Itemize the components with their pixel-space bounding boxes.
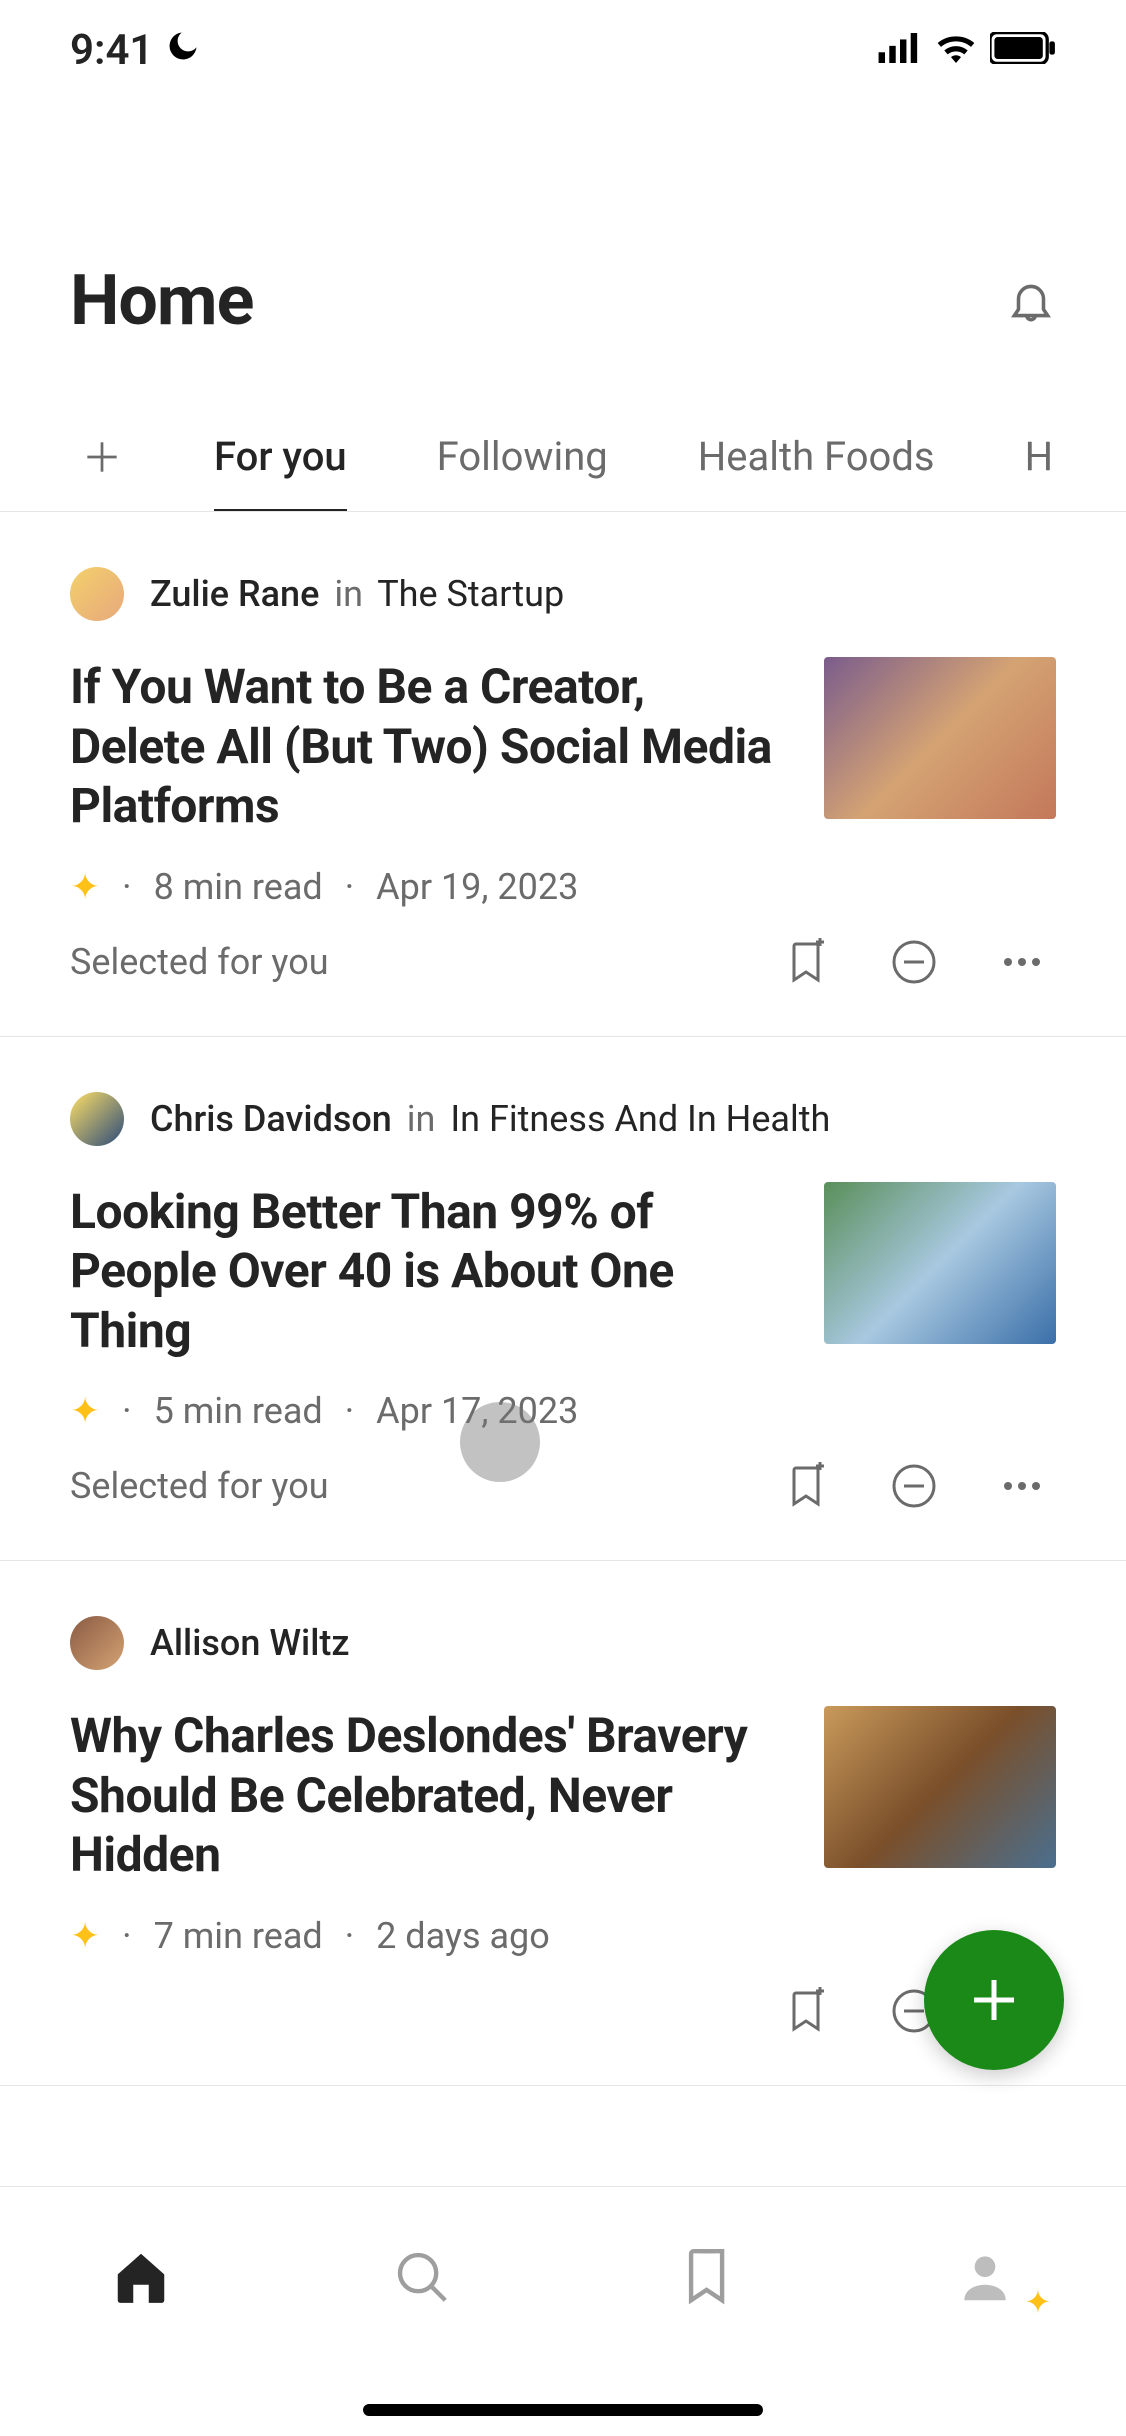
tab-following[interactable]: Following	[437, 402, 608, 511]
article-card[interactable]: Chris Davidson in In Fitness And In Heal…	[0, 1037, 1126, 1562]
byline: Allison Wiltz	[70, 1616, 1056, 1670]
publication-name[interactable]: In Fitness And In Health	[450, 1098, 830, 1140]
page-title: Home	[70, 260, 253, 342]
wifi-icon	[936, 33, 976, 67]
touch-indicator	[460, 1402, 540, 1482]
article-date: 2 days ago	[376, 1915, 550, 1957]
tab-health-foods[interactable]: Health Foods	[698, 402, 935, 511]
more-options-button[interactable]	[998, 938, 1046, 986]
article-meta: ✦ · 5 min read · Apr 17, 2023	[70, 1390, 784, 1432]
author-name[interactable]: Allison Wiltz	[150, 1622, 349, 1664]
header: Home	[0, 100, 1126, 402]
feed: Zulie Rane in The Startup If You Want to…	[0, 512, 1126, 2086]
in-word: in	[407, 1098, 436, 1140]
show-less-button[interactable]	[890, 1462, 938, 1510]
cellular-icon	[878, 33, 922, 67]
bookmark-add-button[interactable]	[782, 1462, 830, 1510]
bookmark-add-button[interactable]	[782, 1987, 830, 2035]
home-indicator	[363, 2404, 763, 2416]
article-date: Apr 19, 2023	[376, 866, 578, 908]
member-star-icon: ✦	[70, 1915, 100, 1957]
byline: Zulie Rane in The Startup	[70, 567, 1056, 621]
tab-for-you[interactable]: For you	[214, 402, 347, 511]
selected-tag: Selected for you	[70, 941, 329, 983]
article-meta: ✦ · 8 min read · Apr 19, 2023	[70, 866, 784, 908]
article-meta: ✦ · 7 min read · 2 days ago	[70, 1915, 784, 1957]
nav-search[interactable]	[362, 2237, 482, 2317]
add-tab-button[interactable]	[80, 432, 124, 482]
bottom-nav: ✦	[0, 2186, 1126, 2436]
article-thumbnail[interactable]	[824, 1182, 1056, 1344]
status-time: 9:41	[70, 26, 153, 75]
nav-profile[interactable]: ✦	[925, 2237, 1045, 2317]
more-options-button[interactable]	[998, 1462, 1046, 1510]
show-less-button[interactable]	[890, 938, 938, 986]
member-star-icon: ✦	[70, 866, 100, 908]
battery-icon	[990, 32, 1056, 68]
tab-overflow[interactable]: H	[1025, 402, 1054, 511]
article-title[interactable]: Why Charles Deslondes' Bravery Should Be…	[70, 1706, 784, 1885]
article-card[interactable]: Zulie Rane in The Startup If You Want to…	[0, 512, 1126, 1037]
article-title[interactable]: Looking Better Than 99% of People Over 4…	[70, 1182, 784, 1361]
nav-bookmarks[interactable]	[644, 2237, 764, 2317]
read-time: 5 min read	[154, 1390, 323, 1432]
article-thumbnail[interactable]	[824, 657, 1056, 819]
notifications-button[interactable]	[1006, 276, 1056, 326]
author-name[interactable]: Zulie Rane	[150, 573, 319, 615]
sparkle-icon: ✦	[1024, 2283, 1051, 2321]
bookmark-add-button[interactable]	[782, 938, 830, 986]
moon-icon	[165, 26, 201, 75]
tabs-bar: For you Following Health Foods H	[0, 402, 1126, 512]
article-thumbnail[interactable]	[824, 1706, 1056, 1868]
article-title[interactable]: If You Want to Be a Creator, Delete All …	[70, 657, 784, 836]
status-bar: 9:41	[0, 0, 1126, 100]
read-time: 7 min read	[154, 1915, 323, 1957]
avatar[interactable]	[70, 1092, 124, 1146]
avatar[interactable]	[70, 1616, 124, 1670]
byline: Chris Davidson in In Fitness And In Heal…	[70, 1092, 1056, 1146]
nav-home[interactable]	[81, 2237, 201, 2317]
publication-name[interactable]: The Startup	[377, 573, 564, 615]
read-time: 8 min read	[154, 866, 323, 908]
author-name[interactable]: Chris Davidson	[150, 1098, 392, 1140]
avatar[interactable]	[70, 567, 124, 621]
member-star-icon: ✦	[70, 1390, 100, 1432]
in-word: in	[334, 573, 363, 615]
compose-fab[interactable]	[924, 1930, 1064, 2070]
selected-tag: Selected for you	[70, 1465, 329, 1507]
